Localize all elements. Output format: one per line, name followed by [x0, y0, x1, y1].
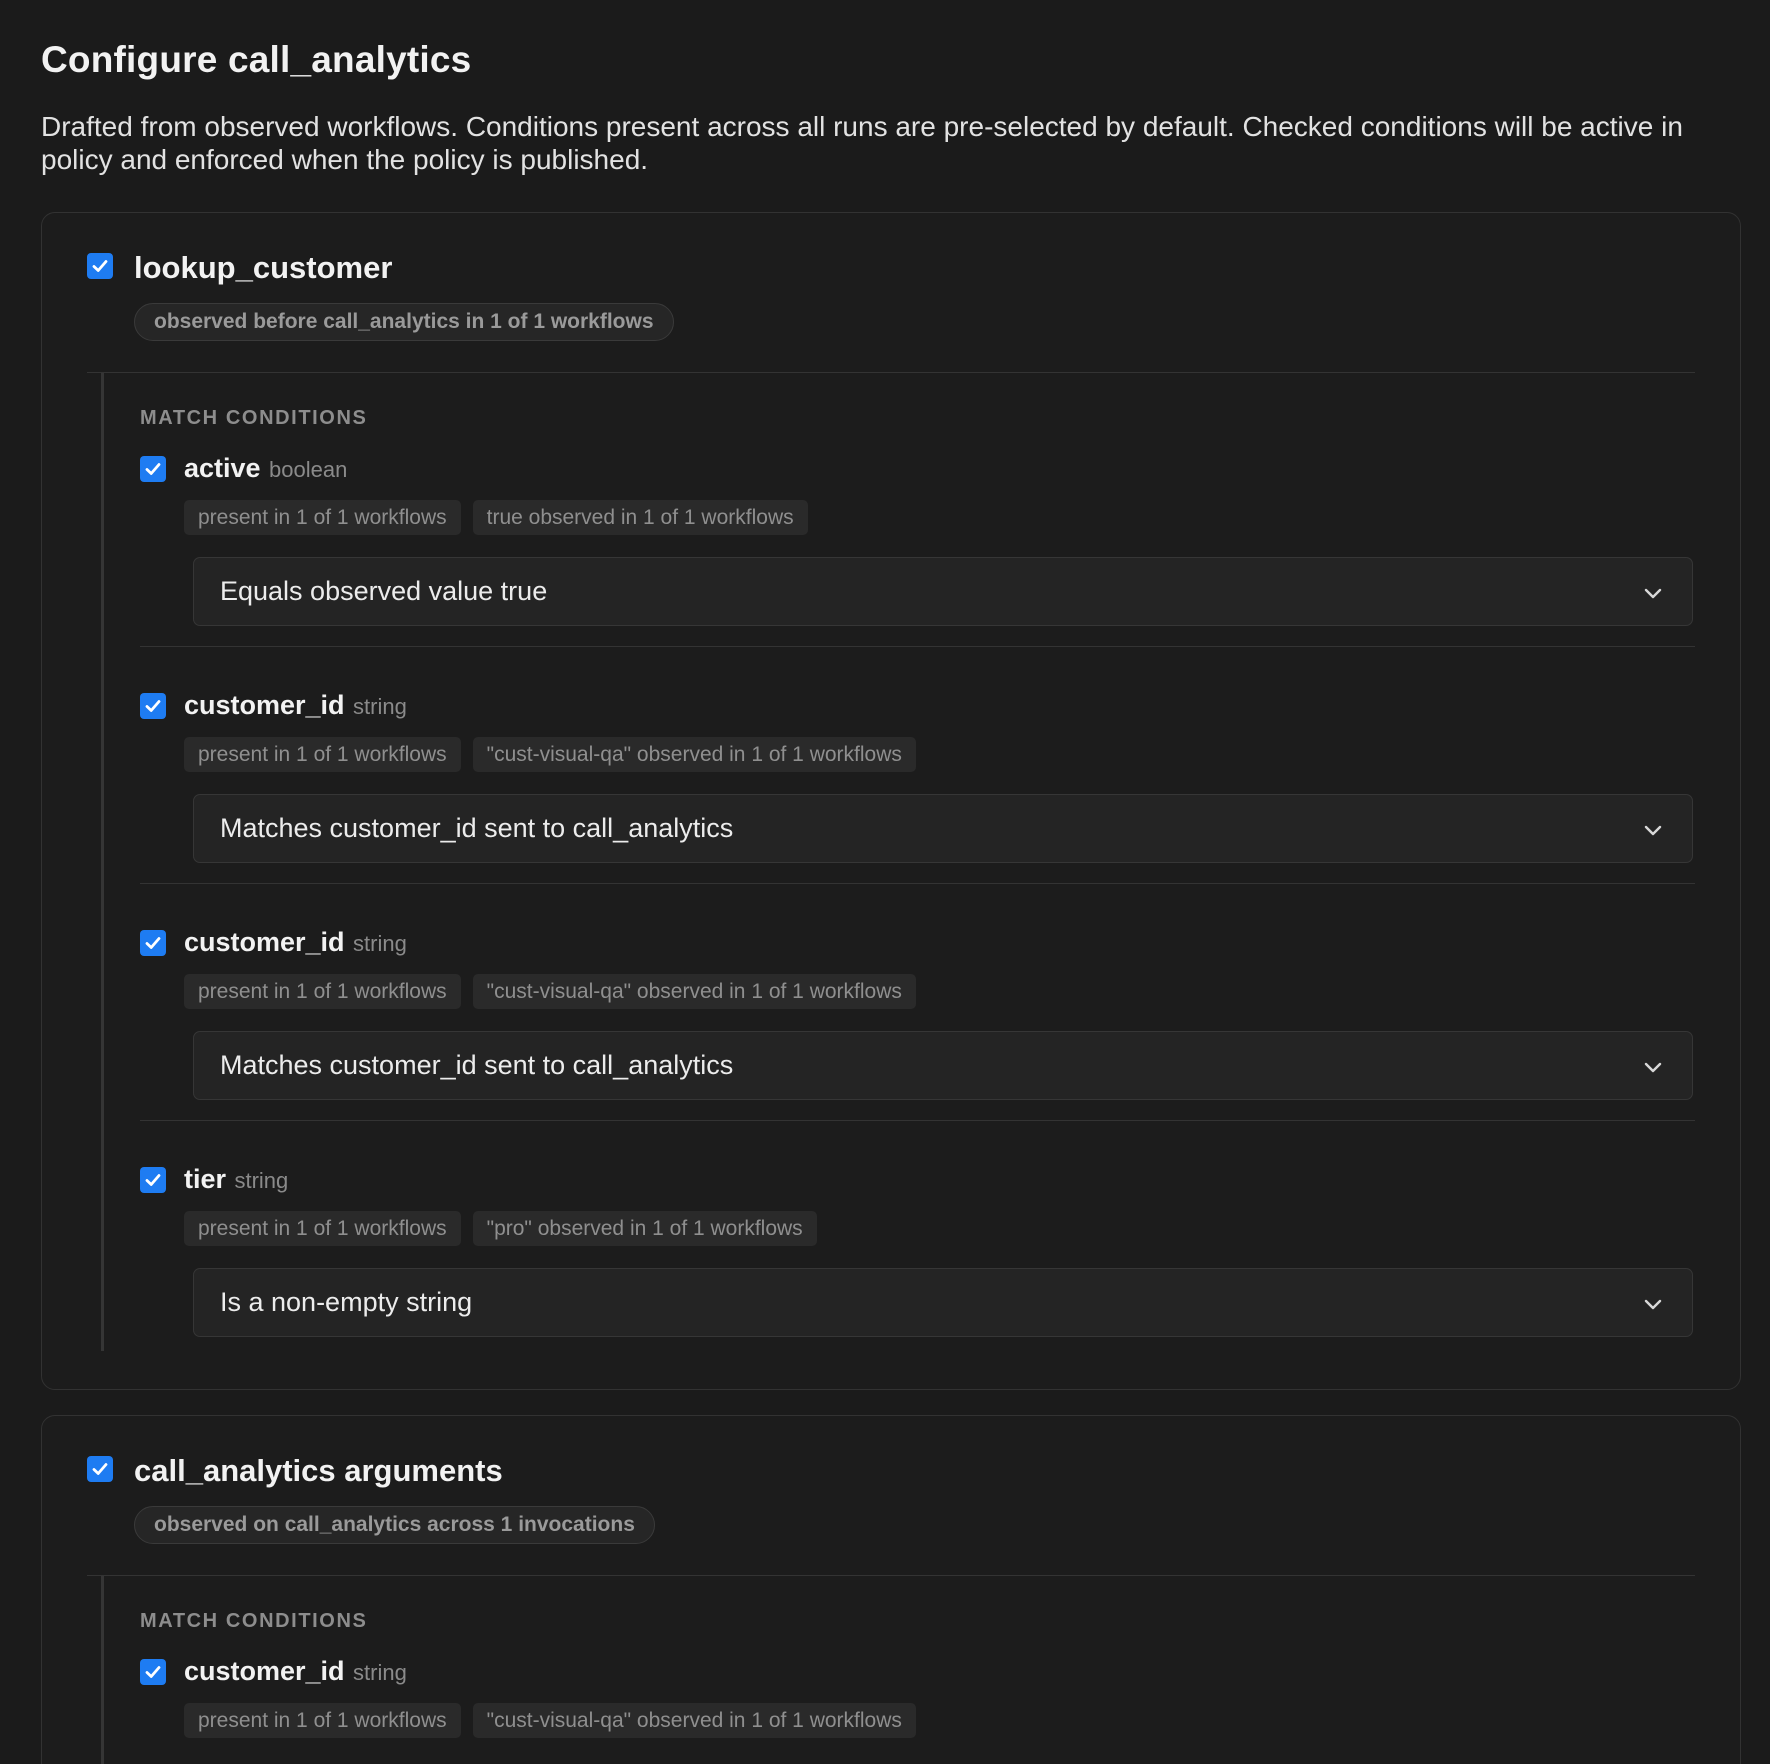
condition-name: active	[184, 453, 261, 483]
configure-page: Configure call_analytics Drafted from ob…	[0, 0, 1770, 1764]
checkmark-icon	[145, 700, 161, 712]
observed-value-tag: "cust-visual-qa" observed in 1 of 1 work…	[472, 974, 916, 1009]
condition-rule-select[interactable]: Is a non-empty string	[193, 1268, 1693, 1337]
condition-name-row: tier string	[184, 1161, 288, 1202]
condition-type: string	[353, 694, 407, 719]
presence-tag: present in 1 of 1 workflows	[184, 974, 461, 1009]
condition-item: customer_id string present in 1 of 1 wor…	[140, 1653, 1695, 1764]
presence-tag: present in 1 of 1 workflows	[184, 500, 461, 535]
observed-value-tag: true observed in 1 of 1 workflows	[472, 500, 808, 535]
condition-name-row: active boolean	[184, 450, 347, 491]
condition-checkbox[interactable]	[140, 1167, 166, 1193]
card-checkbox[interactable]	[87, 1456, 113, 1482]
select-value: Is a non-empty string	[220, 1287, 473, 1317]
chevron-down-icon	[1644, 1299, 1662, 1310]
condition-checkbox[interactable]	[140, 1659, 166, 1685]
condition-tags: present in 1 of 1 workflows "cust-visual…	[184, 974, 916, 1009]
observed-value-tag: "cust-visual-qa" observed in 1 of 1 work…	[472, 737, 916, 772]
condition-type: string	[353, 931, 407, 956]
condition-item: customer_id string present in 1 of 1 wor…	[140, 687, 1695, 863]
condition-card-lookup-customer: lookup_customer observed before call_ana…	[41, 212, 1741, 1390]
condition-item: customer_id string present in 1 of 1 wor…	[140, 924, 1695, 1100]
card-title: lookup_customer	[134, 250, 393, 285]
section-label: MATCH CONDITIONS	[140, 407, 368, 429]
presence-tag: present in 1 of 1 workflows	[184, 1703, 461, 1738]
select-value: Matches customer_id sent to call_analyti…	[220, 813, 734, 843]
condition-tags: present in 1 of 1 workflows true observe…	[184, 500, 808, 535]
chevron-down-icon	[1644, 588, 1662, 599]
section-label: MATCH CONDITIONS	[140, 1610, 368, 1632]
divider	[140, 646, 1695, 647]
select-value: Equals observed value true	[220, 576, 548, 606]
condition-checkbox[interactable]	[140, 930, 166, 956]
condition-rule-select[interactable]: Equals observed value true	[193, 557, 1693, 626]
card-checkbox[interactable]	[87, 253, 113, 279]
checkmark-icon	[92, 260, 108, 272]
condition-checkbox[interactable]	[140, 456, 166, 482]
checkmark-icon	[145, 1666, 161, 1678]
checkmark-icon	[92, 1463, 108, 1475]
divider	[140, 1120, 1695, 1121]
page-description: Drafted from observed workflows. Conditi…	[41, 111, 1683, 175]
condition-name: customer_id	[184, 690, 345, 720]
card-header: lookup_customer observed before call_ana…	[87, 213, 1695, 373]
condition-tags: present in 1 of 1 workflows "cust-visual…	[184, 1703, 916, 1738]
condition-tags: present in 1 of 1 workflows "pro" observ…	[184, 1211, 817, 1246]
observation-pill: observed on call_analytics across 1 invo…	[134, 1506, 655, 1544]
observation-pill: observed before call_analytics in 1 of 1…	[134, 303, 674, 341]
match-conditions: MATCH CONDITIONS customer_id string pres…	[101, 1576, 1695, 1764]
observed-value-tag: "pro" observed in 1 of 1 workflows	[472, 1211, 817, 1246]
condition-type: string	[234, 1168, 289, 1193]
condition-name-row: customer_id string	[184, 687, 407, 728]
condition-type: string	[353, 1660, 407, 1685]
observed-value-tag: "cust-visual-qa" observed in 1 of 1 work…	[472, 1703, 916, 1738]
checkmark-icon	[145, 937, 161, 949]
checkmark-icon	[145, 463, 161, 475]
chevron-down-icon	[1644, 825, 1662, 836]
condition-card-call-analytics-arguments: call_analytics arguments observed on cal…	[41, 1415, 1741, 1764]
select-value: Matches customer_id sent to call_analyti…	[220, 1050, 734, 1080]
condition-type: boolean	[269, 457, 348, 482]
presence-tag: present in 1 of 1 workflows	[184, 1211, 461, 1246]
divider	[140, 883, 1695, 884]
condition-name: tier	[184, 1164, 227, 1194]
condition-tags: present in 1 of 1 workflows "cust-visual…	[184, 737, 916, 772]
condition-name-row: customer_id string	[184, 1653, 407, 1694]
presence-tag: present in 1 of 1 workflows	[184, 737, 461, 772]
condition-item: tier string present in 1 of 1 workflows …	[140, 1161, 1695, 1337]
condition-name-row: customer_id string	[184, 924, 407, 965]
page-title: Configure call_analytics	[41, 39, 472, 80]
condition-name: customer_id	[184, 1656, 345, 1686]
card-header: call_analytics arguments observed on cal…	[87, 1416, 1695, 1576]
match-conditions: MATCH CONDITIONS active boolean present …	[101, 373, 1695, 1351]
condition-name: customer_id	[184, 927, 345, 957]
condition-item: active boolean present in 1 of 1 workflo…	[140, 450, 1695, 626]
condition-checkbox[interactable]	[140, 693, 166, 719]
chevron-down-icon	[1644, 1062, 1662, 1073]
card-title: call_analytics arguments	[134, 1453, 503, 1488]
checkmark-icon	[145, 1174, 161, 1186]
condition-rule-select[interactable]: Matches customer_id sent to call_analyti…	[193, 794, 1693, 863]
condition-rule-select[interactable]: Matches customer_id sent to call_analyti…	[193, 1031, 1693, 1100]
